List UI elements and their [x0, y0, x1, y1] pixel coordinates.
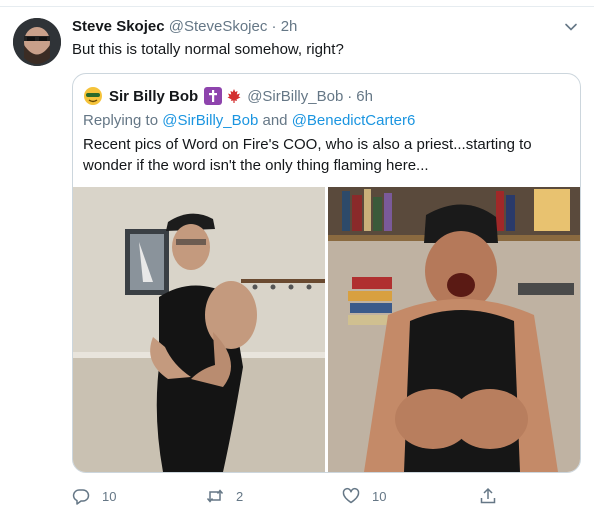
tweet-actions: 10 2 10 [72, 487, 512, 509]
reply-prefix: Replying to [83, 112, 159, 129]
like-button[interactable]: 10 [342, 487, 386, 505]
tweet-header: Steve Skojec @SteveSkojec · 2h [72, 17, 297, 37]
reply-count: 10 [102, 488, 117, 504]
photo-left[interactable] [73, 187, 325, 472]
reply-button[interactable]: 10 [72, 487, 116, 505]
chevron-down-icon[interactable] [564, 20, 578, 34]
reply-and: and [262, 112, 288, 129]
share-icon [480, 487, 496, 504]
reply-user-link-1[interactable]: @SirBilly_Bob [162, 112, 258, 129]
reply-user-link-2[interactable]: @BenedictCarter6 [292, 112, 416, 129]
quoted-tweet[interactable]: Sir Billy Bob @SirBilly_Bob · 6h Replyin… [72, 73, 581, 473]
retweet-icon [206, 489, 224, 503]
heart-icon [342, 488, 360, 504]
quoted-time-separator: · [347, 87, 353, 105]
time-separator: · [271, 18, 277, 35]
like-count: 10 [372, 488, 387, 504]
reply-icon [72, 489, 90, 505]
author-handle[interactable]: @SteveSkojec [169, 18, 268, 35]
replying-to: Replying to @SirBilly_Bob and @BenedictC… [83, 112, 415, 129]
author-name[interactable]: Steve Skojec [72, 18, 165, 35]
quoted-time[interactable]: 6h [356, 88, 373, 105]
share-button[interactable] [479, 487, 509, 505]
tweet-time[interactable]: 2h [281, 18, 298, 35]
author-avatar[interactable] [13, 18, 61, 66]
quoted-header: Sir Billy Bob @SirBilly_Bob · 6h [83, 85, 373, 107]
retweet-button[interactable]: 2 [206, 487, 243, 505]
quoted-author-name[interactable]: Sir Billy Bob [109, 88, 198, 105]
quoted-author-handle[interactable]: @SirBilly_Bob [247, 88, 343, 105]
cross-icon [204, 87, 223, 105]
retweet-count: 2 [236, 488, 244, 504]
emoji-avatar-icon [84, 87, 102, 105]
maple-leaf-icon [227, 89, 241, 103]
quoted-text: Recent pics of Word on Fire's COO, who i… [83, 136, 532, 174]
tweet-text: But this is totally normal somehow, righ… [72, 41, 344, 58]
photo-grid [73, 187, 580, 472]
divider-line [0, 6, 594, 7]
photo-right[interactable] [328, 187, 580, 472]
